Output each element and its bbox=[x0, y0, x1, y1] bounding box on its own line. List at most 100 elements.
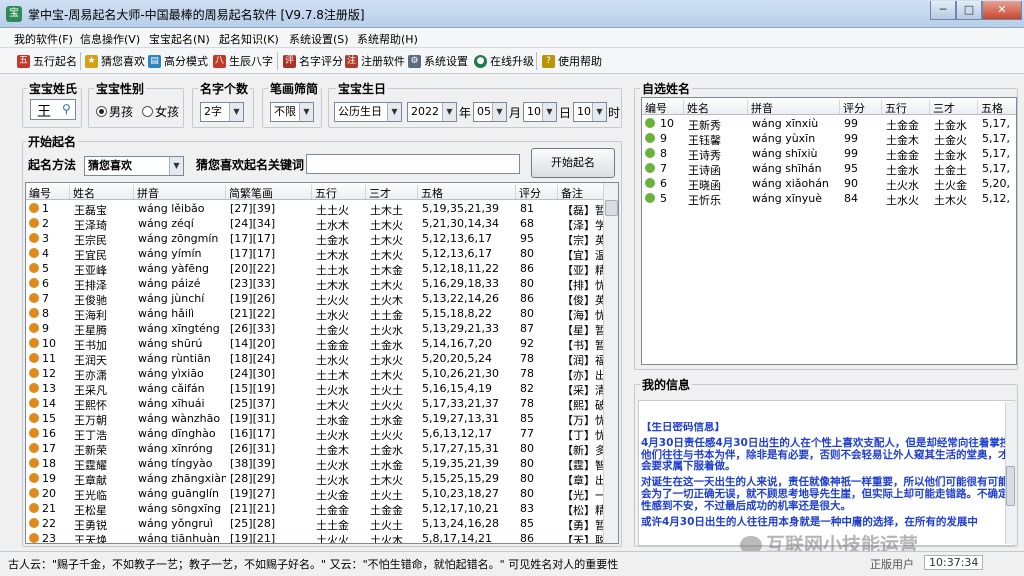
title-bar[interactable]: 宝 掌中宝-周易起名大师-中国最棒的周易起名软件 [V9.7.8注册版] ─ □… bbox=[0, 0, 1024, 28]
month-select[interactable]: 05 ▼ bbox=[473, 102, 507, 122]
sel-col-id[interactable]: 编号 bbox=[642, 100, 684, 115]
table-row[interactable]: 11 王润天 wáng rùntiān [18][24] 土水火 土水火 5,20,20,5… bbox=[26, 351, 618, 367]
gender-male-radio[interactable]: 男孩 bbox=[96, 103, 134, 120]
close-button[interactable]: ✕ bbox=[982, 1, 1022, 20]
table-cell: 86 bbox=[520, 292, 534, 305]
table-cell: 80 bbox=[520, 307, 534, 320]
scrollbar-thumb[interactable] bbox=[1006, 466, 1015, 506]
table-row[interactable]: 12 王亦潇 wáng yìxiāo [24][30] 土土木 土木火 5,10,26,21… bbox=[26, 366, 618, 382]
table-row[interactable]: 8 王海利 wáng hǎilì [21][22] 土水火 土土金 5,15,18,8,22… bbox=[26, 306, 618, 322]
table-cell: 84 bbox=[844, 192, 858, 205]
table-row[interactable]: 21 王松星 wáng sōngxīng [21][21] 土金金 土金金 5,12,17,… bbox=[26, 501, 618, 517]
table-cell: 80 bbox=[520, 442, 534, 455]
list-item[interactable]: 7 王诗函 wáng shīhán 95 土金水 土金土 5,17, bbox=[642, 161, 1016, 177]
col-note[interactable]: 备注 bbox=[558, 185, 606, 200]
gender-label: 宝宝性别 bbox=[94, 80, 147, 97]
minimize-button[interactable]: ─ bbox=[930, 1, 956, 20]
table-row[interactable]: 2 王泽琦 wáng zéqí [24][34] 土水木 土木火 5,21,30,14,34… bbox=[26, 216, 618, 232]
sel-col-pinyin[interactable]: 拼音 bbox=[748, 100, 840, 115]
col-wuge[interactable]: 五格 bbox=[418, 185, 516, 200]
names-scrollbar[interactable] bbox=[603, 183, 618, 543]
scrollbar-thumb[interactable] bbox=[605, 200, 618, 216]
table-row[interactable]: 13 王采凡 wáng cǎifán [15][19] 土火水 土火土 5,16,15,4,… bbox=[26, 381, 618, 397]
table-cell: 80 bbox=[520, 247, 534, 260]
menu-my-software[interactable]: 我的软件(F) bbox=[14, 31, 73, 47]
sel-col-sancai[interactable]: 三才 bbox=[930, 100, 978, 115]
wuxing-naming-button[interactable]: 五五行起名 bbox=[17, 51, 77, 71]
col-wuxing[interactable]: 五行 bbox=[312, 185, 366, 200]
col-strokes[interactable]: 简繁笔画 bbox=[226, 185, 312, 200]
table-row[interactable]: 15 王万朝 wáng wànzhāo [19][31] 土水金 土水金 5,19,27,1… bbox=[26, 411, 618, 427]
col-pinyin[interactable]: 拼音 bbox=[134, 185, 226, 200]
sel-col-name[interactable]: 姓名 bbox=[684, 100, 748, 115]
guess-you-like-button[interactable]: ★ 猜您喜欢 bbox=[85, 51, 145, 71]
sel-col-wuge[interactable]: 五格 bbox=[978, 100, 1016, 115]
list-item[interactable]: 10 王新秀 wáng xīnxiù 99 土金金 土金水 5,17, bbox=[642, 116, 1016, 132]
list-item[interactable]: 9 王钰馨 wáng yùxīn 99 土金木 土金火 5,17, bbox=[642, 131, 1016, 147]
toolbar-separator bbox=[277, 52, 278, 70]
table-cell: wáng rùntiān bbox=[138, 352, 211, 365]
table-cell: wáng páizé bbox=[138, 277, 201, 290]
help-button[interactable]: ? 使用帮助 bbox=[542, 51, 602, 71]
menu-system-settings[interactable]: 系统设置(S) bbox=[289, 31, 349, 47]
table-row[interactable]: 14 王熙怀 wáng xīhuái [25][37] 土木火 土火火 5,17,33,21… bbox=[26, 396, 618, 412]
table-row[interactable]: 18 王霆耀 wáng tíngyào [38][39] 土火水 土水金 5,19,35,2… bbox=[26, 456, 618, 472]
baby-icon bbox=[29, 518, 39, 528]
calendar-type-select[interactable]: 公历生日 ▼ bbox=[334, 102, 402, 122]
info-scrollbar[interactable] bbox=[1005, 402, 1015, 544]
list-item[interactable]: 5 王忻乐 wáng xīnyuè 84 土水火 土木火 5,12, bbox=[642, 191, 1016, 207]
settings-button[interactable]: ⚙ 系统设置 bbox=[408, 51, 468, 71]
table-row[interactable]: 1 王磊宝 wáng lěibǎo [27][39] 土土火 土木土 5,19,35,21,… bbox=[26, 201, 618, 217]
menu-naming-knowledge[interactable]: 起名知识(K) bbox=[219, 31, 279, 47]
baby-icon bbox=[29, 368, 39, 378]
bazi-button[interactable]: 八生辰八字 bbox=[213, 51, 273, 71]
col-id[interactable]: 编号 bbox=[26, 185, 70, 200]
table-row[interactable]: 7 王俊驰 wáng jùnchí [19][26] 土火火 土火木 5,13,22,14,… bbox=[26, 291, 618, 307]
table-row[interactable]: 9 王星腾 wáng xīngténg [26][33] 土金火 土火水 5,13,29,2… bbox=[26, 321, 618, 337]
table-row[interactable]: 23 王天焕 wáng tiānhuàn [19][21] 土火火 土火木 5,8,17,1… bbox=[26, 531, 618, 544]
table-row[interactable]: 10 王书加 wáng shūrú [14][20] 土金金 土金水 5,14,16,7,2… bbox=[26, 336, 618, 352]
table-row[interactable]: 6 王排泽 wáng páizé [23][33] 土木水 土木火 5,16,29,18,3… bbox=[26, 276, 618, 292]
keyword-input[interactable] bbox=[306, 154, 520, 174]
high-score-mode-button[interactable]: ▤ 高分模式 bbox=[148, 51, 208, 71]
day-select[interactable]: 10 ▼ bbox=[523, 102, 557, 122]
table-cell: [14][20] bbox=[230, 337, 276, 350]
stroke-filter-select[interactable]: 不限 ▼ bbox=[270, 102, 314, 122]
name-score-button[interactable]: 评名字评分 bbox=[283, 51, 343, 71]
sel-col-score[interactable]: 评分 bbox=[840, 100, 882, 115]
hour-select[interactable]: 10 ▼ bbox=[573, 102, 607, 122]
register-button[interactable]: 注注册软件 bbox=[345, 51, 405, 71]
menu-system-help[interactable]: 系统帮助(H) bbox=[357, 31, 418, 47]
table-row[interactable]: 17 王新荣 wáng xīnróng [26][31] 土金木 土金水 5,17,27,1… bbox=[26, 441, 618, 457]
menu-baby-naming[interactable]: 宝宝起名(N) bbox=[149, 31, 210, 47]
year-select[interactable]: 2022 ▼ bbox=[407, 102, 457, 122]
table-row[interactable]: 3 王宗民 wáng zōngmín [17][17] 土金水 土木火 5,12,13,6,… bbox=[26, 231, 618, 247]
table-row[interactable]: 22 王勇锐 wáng yǒngruì [25][28] 土土金 土火土 5,13,24,1… bbox=[26, 516, 618, 532]
col-sancai[interactable]: 三才 bbox=[366, 185, 418, 200]
list-item[interactable]: 8 王诗秀 wáng shīxiù 99 土金金 土金水 5,17, bbox=[642, 146, 1016, 162]
sel-col-wuxing[interactable]: 五行 bbox=[882, 100, 930, 115]
name-count-select[interactable]: 2字 ▼ bbox=[200, 102, 244, 122]
online-upgrade-button[interactable]: ● 在线升级 bbox=[474, 51, 534, 71]
search-icon[interactable]: ⚲ bbox=[62, 102, 71, 116]
start-naming-button[interactable]: 开始起名 bbox=[531, 148, 615, 178]
table-cell: wáng yímín bbox=[138, 247, 202, 260]
baby-icon bbox=[29, 443, 39, 453]
table-cell: 92 bbox=[520, 337, 534, 350]
method-select[interactable]: 猜您喜欢 ▼ bbox=[84, 156, 184, 176]
table-row[interactable]: 16 王丁浩 wáng dīnghào [16][17] 土火水 土火火 5,6,13,12… bbox=[26, 426, 618, 442]
col-score[interactable]: 评分 bbox=[516, 185, 558, 200]
col-name[interactable]: 姓名 bbox=[70, 185, 134, 200]
table-row[interactable]: 19 王章献 wáng zhāngxiàn [28][29] 土火水 土木火 5,15,25… bbox=[26, 471, 618, 487]
table-row[interactable]: 5 王亚峰 wáng yàfēng [20][22] 土土水 土木金 5,12,18,11,… bbox=[26, 261, 618, 277]
table-row[interactable]: 4 王宜民 wáng yímín [17][17] 土木水 土木火 5,12,13,6,17… bbox=[26, 246, 618, 262]
gender-female-radio[interactable]: 女孩 bbox=[142, 103, 180, 120]
table-cell: 土火火 bbox=[316, 534, 349, 544]
maximize-button[interactable]: □ bbox=[956, 1, 982, 20]
list-item[interactable]: 6 王晓函 wáng xiǎohán 90 土火水 土火金 5,20, bbox=[642, 176, 1016, 192]
table-row[interactable]: 20 王光临 wáng guānglín [19][27] 土火金 土火土 5,10,23,… bbox=[26, 486, 618, 502]
table-cell: wáng cǎifán bbox=[138, 382, 205, 395]
table-cell: wáng zéqí bbox=[138, 217, 194, 230]
surname-input[interactable]: 王 ⚲ bbox=[30, 99, 76, 120]
menu-info-ops[interactable]: 信息操作(V) bbox=[80, 31, 140, 47]
